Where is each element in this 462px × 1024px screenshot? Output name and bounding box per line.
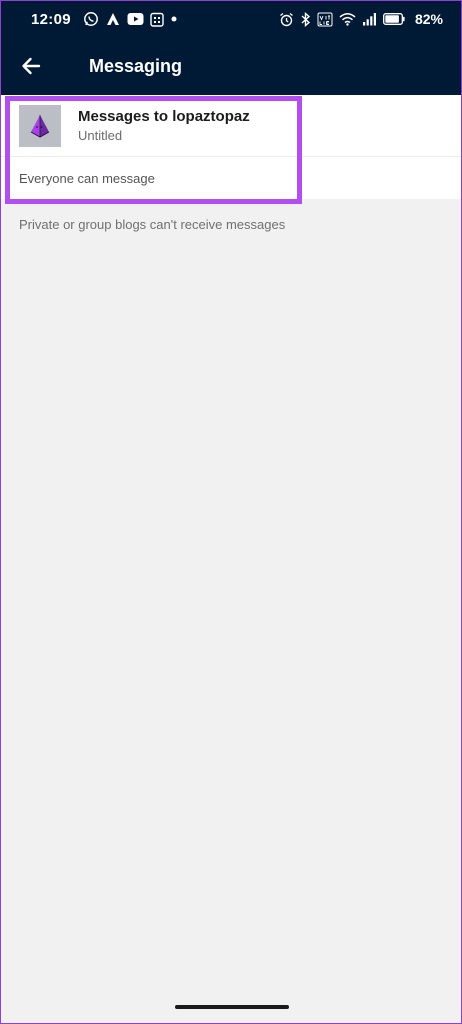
battery-icon bbox=[383, 13, 405, 25]
blog-row[interactable]: Messages to lopaztopaz Untitled bbox=[1, 95, 461, 157]
bluetooth-icon bbox=[300, 11, 311, 27]
back-arrow-icon bbox=[21, 57, 41, 75]
signal-icon bbox=[362, 12, 377, 26]
pyramid-avatar-icon bbox=[26, 112, 54, 140]
status-time: 12:09 bbox=[31, 10, 71, 28]
blog-title: Messages to lopaztopaz bbox=[78, 108, 250, 125]
app-bar: Messaging bbox=[1, 37, 461, 95]
home-indicator[interactable] bbox=[175, 1005, 289, 1009]
dot-icon bbox=[170, 15, 178, 23]
blog-avatar bbox=[19, 104, 61, 147]
app-frame: 12:09 82% Messaging Messages to lopaztop… bbox=[0, 0, 462, 1024]
youtube-icon bbox=[127, 12, 144, 26]
whatsapp-icon bbox=[83, 11, 99, 27]
battery-percent: 82% bbox=[414, 11, 443, 27]
calendar-icon bbox=[150, 12, 164, 27]
wifi-icon bbox=[339, 12, 356, 26]
blog-subtitle: Untitled bbox=[78, 128, 123, 143]
blog-text: Messages to lopaztopaz Untitled bbox=[78, 108, 250, 143]
status-bar: 12:09 82% bbox=[1, 1, 461, 37]
status-right-icons: 82% bbox=[279, 11, 443, 27]
alarm-icon bbox=[279, 12, 294, 27]
info-note: Private or group blogs can't receive mes… bbox=[19, 217, 286, 232]
message-permission-setting[interactable]: Everyone can message bbox=[1, 157, 461, 199]
volte-icon bbox=[317, 12, 333, 27]
page-title: Messaging bbox=[89, 55, 183, 76]
status-left-icons bbox=[83, 11, 178, 27]
blog-messaging-card: Messages to lopaztopaz Untitled Everyone… bbox=[1, 95, 461, 199]
back-button[interactable] bbox=[1, 37, 61, 95]
app-icon bbox=[105, 11, 121, 27]
